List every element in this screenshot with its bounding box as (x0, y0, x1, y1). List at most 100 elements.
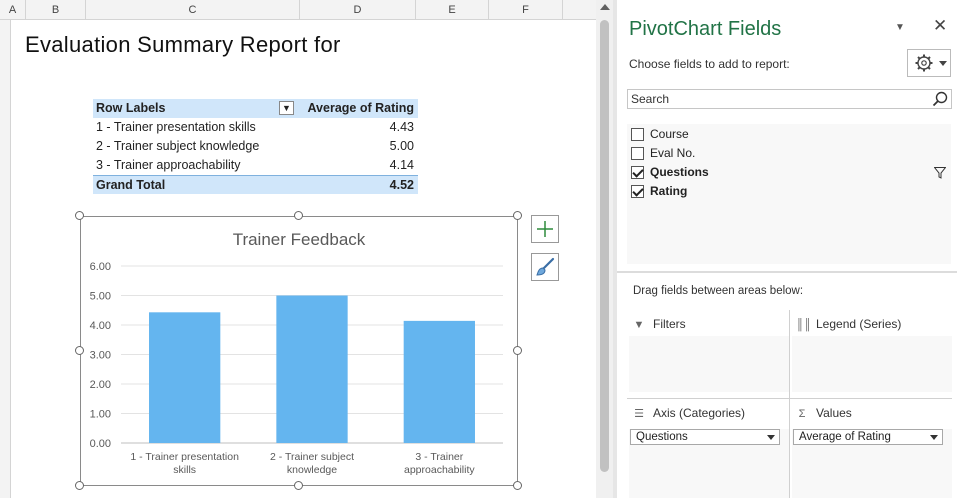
y-tick-label: 2.00 (90, 379, 111, 391)
field-checkbox[interactable] (631, 166, 644, 179)
values-area[interactable]: Σ Values Average of Rating (792, 401, 952, 498)
pivot-chart[interactable]: Trainer Feedback 0.00 1.00 2.00 3.00 4.00 5.00… (80, 216, 518, 486)
legend-area-header: ║║ Legend (Series) (792, 312, 952, 336)
column-header-f[interactable]: F (489, 0, 563, 20)
column-header-b[interactable]: B (26, 0, 86, 20)
pivotchart-fields-pane: PivotChart Fields ▼ ✕ Choose fields to a… (617, 0, 957, 498)
pivot-row-value: 4.43 (389, 120, 414, 134)
x-tick-label: skills (173, 464, 196, 476)
field-checkbox[interactable] (631, 185, 644, 198)
axis-drop-zone[interactable]: Questions (629, 429, 789, 498)
filter-icon: ▼ (633, 319, 645, 331)
resize-handle-top-left[interactable] (75, 211, 84, 220)
field-search-box[interactable] (627, 89, 952, 109)
grand-total-label: Grand Total (96, 178, 166, 192)
resize-handle-bottom[interactable] (294, 481, 303, 490)
chart-title[interactable]: Trainer Feedback (233, 230, 366, 249)
chevron-down-icon[interactable] (930, 435, 938, 440)
rows-icon: ☰ (634, 408, 644, 420)
values-drop-zone[interactable]: Average of Rating (792, 429, 952, 498)
pivot-row-label: 3 - Trainer approachability (96, 158, 241, 172)
y-tick-label: 1.00 (90, 409, 111, 421)
field-label: Rating (650, 184, 688, 198)
pane-divider[interactable] (617, 271, 957, 273)
columns-icon: ║║ (796, 319, 812, 331)
chart-elements-button[interactable] (531, 215, 559, 243)
field-list[interactable]: Course Eval No. Questions Rating (627, 124, 951, 264)
chart-plot: Trainer Feedback 0.00 1.00 2.00 3.00 4.00 5.00… (90, 230, 503, 476)
search-icon[interactable] (932, 91, 948, 107)
worksheet[interactable]: A B C D E F Evaluation Summary Report fo… (0, 0, 596, 498)
x-tick-label: approachability (404, 464, 475, 476)
x-tick-label: 2 - Trainer subject (270, 451, 354, 463)
field-checkbox[interactable] (631, 147, 644, 160)
column-header-c[interactable]: C (86, 0, 300, 20)
filters-area[interactable]: ▼ Filters (629, 312, 789, 392)
chart-bar[interactable] (149, 312, 221, 443)
legend-area[interactable]: ║║ Legend (Series) (792, 312, 952, 392)
y-tick-label: 3.00 (90, 350, 111, 362)
field-label: Eval No. (650, 146, 696, 160)
pivot-row[interactable]: 2 - Trainer subject knowledge 5.00 (93, 137, 418, 156)
column-header-e[interactable]: E (416, 0, 489, 20)
column-header-a[interactable]: A (0, 0, 26, 20)
x-tick-label: 3 - Trainer (415, 451, 463, 463)
chart-bar[interactable] (276, 295, 348, 444)
resize-handle-top[interactable] (294, 211, 303, 220)
area-separator (627, 398, 952, 399)
pane-options-chevron-down-icon[interactable]: ▼ (895, 22, 905, 33)
values-area-header: Σ Values (792, 401, 952, 425)
pivot-header-row[interactable]: Row Labels ▼ Average of Rating (93, 99, 418, 118)
choose-fields-label: Choose fields to add to report: (629, 57, 790, 71)
row-header-bar (0, 20, 11, 498)
y-tick-label: 4.00 (90, 320, 111, 332)
search-input[interactable] (628, 90, 923, 108)
resize-handle-left[interactable] (75, 346, 84, 355)
pivot-row[interactable]: 1 - Trainer presentation skills 4.43 (93, 118, 418, 137)
y-tick-label: 5.00 (90, 291, 111, 303)
x-tick-label: 1 - Trainer presentation (130, 451, 239, 463)
field-label: Course (650, 127, 689, 141)
pivot-table[interactable]: Row Labels ▼ Average of Rating 1 - Train… (93, 99, 418, 194)
chart-styles-button[interactable] (531, 253, 559, 281)
column-header-d[interactable]: D (300, 0, 416, 20)
tools-button[interactable] (907, 49, 951, 77)
filters-drop-zone[interactable] (629, 336, 789, 392)
pivot-row[interactable]: 3 - Trainer approachability 4.14 (93, 156, 418, 175)
y-tick-label: 0.00 (90, 438, 111, 450)
column-header-bar: A B C D E F (0, 0, 596, 20)
values-field-dropdown[interactable]: Average of Rating (793, 429, 943, 445)
pane-title: PivotChart Fields (629, 18, 782, 40)
area-separator (789, 310, 790, 498)
vertical-scrollbar[interactable] (596, 0, 613, 498)
axis-area[interactable]: ☰ Axis (Categories) Questions (629, 401, 789, 498)
scrollbar-thumb[interactable] (600, 20, 609, 472)
report-title[interactable]: Evaluation Summary Report for (25, 32, 341, 58)
drag-fields-label: Drag fields between areas below: (633, 285, 804, 297)
resize-handle-right[interactable] (513, 346, 522, 355)
resize-handle-top-right[interactable] (513, 211, 522, 220)
row-labels-filter-button[interactable]: ▼ (279, 101, 294, 115)
paintbrush-icon (536, 257, 555, 276)
average-of-rating-header[interactable]: Average of Rating (307, 99, 414, 118)
field-checkbox[interactable] (631, 128, 644, 141)
row-labels-header[interactable]: Row Labels (96, 99, 165, 118)
chart-bar[interactable] (403, 320, 475, 443)
plus-icon (537, 221, 553, 237)
filters-area-header: ▼ Filters (629, 312, 789, 336)
resize-handle-bottom-left[interactable] (75, 481, 84, 490)
pivot-grand-total-row[interactable]: Grand Total 4.52 (93, 175, 418, 194)
filter-icon[interactable] (934, 167, 946, 179)
pivot-row-value: 4.14 (389, 158, 414, 172)
scroll-up-arrow-icon[interactable] (600, 4, 610, 10)
pivot-row-value: 5.00 (389, 139, 414, 153)
legend-drop-zone[interactable] (792, 336, 952, 392)
chevron-down-icon[interactable] (767, 435, 775, 440)
close-icon[interactable]: ✕ (933, 16, 947, 36)
resize-handle-bottom-right[interactable] (513, 481, 522, 490)
x-tick-label: knowledge (287, 464, 337, 476)
y-tick-label: 6.00 (90, 261, 111, 273)
field-label: Questions (650, 165, 709, 179)
axis-field-dropdown[interactable]: Questions (630, 429, 780, 445)
grand-total-value: 4.52 (389, 178, 414, 192)
